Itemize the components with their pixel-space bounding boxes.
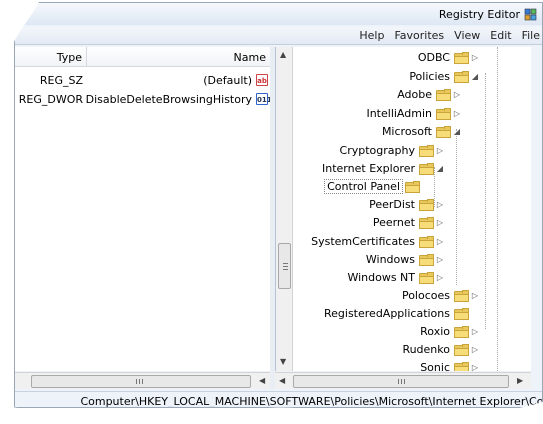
screenshot-stage: Registry Editor File Edit View Favorites… [0,0,543,424]
torn-paper-edges [0,0,543,424]
